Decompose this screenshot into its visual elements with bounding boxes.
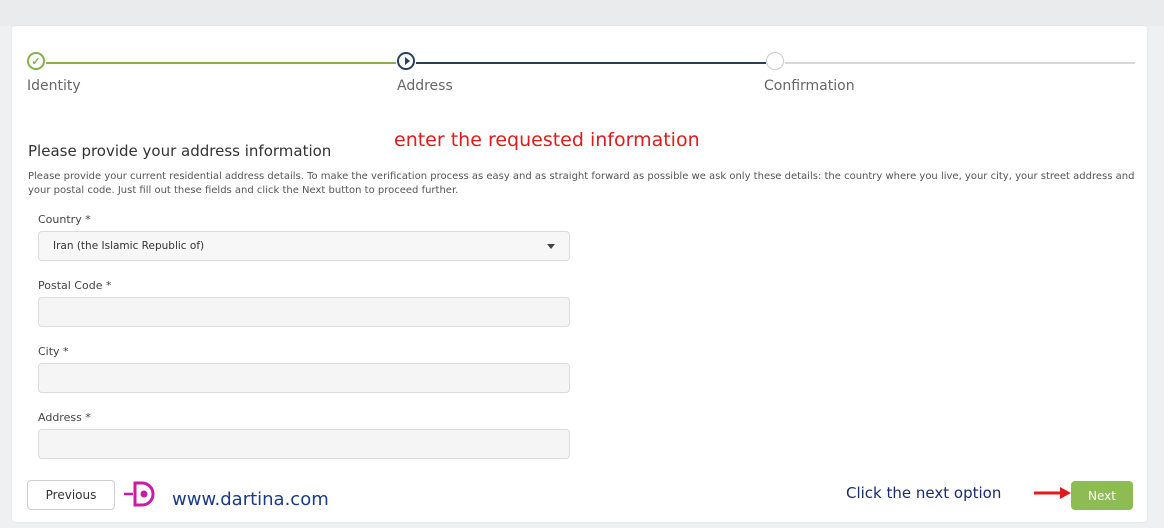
form-title: Please provide your address information: [28, 142, 332, 160]
next-button[interactable]: Next: [1071, 481, 1133, 510]
form-description: Please provide your current residential …: [28, 171, 1135, 196]
chevron-down-icon: [547, 244, 555, 249]
address-input[interactable]: [38, 429, 570, 459]
instruction-annotation: enter the requested information: [394, 129, 700, 151]
country-label: Country *: [38, 213, 91, 226]
postal-code-input[interactable]: [38, 297, 570, 327]
stepper-line-pending: [785, 62, 1135, 64]
step-confirmation-label: Confirmation: [764, 78, 855, 94]
country-selected-value: Iran (the Islamic Republic of): [53, 240, 205, 252]
next-hint-annotation: Click the next option: [846, 484, 1002, 502]
dartina-logo-icon: [124, 481, 155, 507]
city-label: City *: [38, 345, 69, 358]
previous-button[interactable]: Previous: [27, 480, 115, 510]
step-confirmation-circle-icon: [766, 52, 784, 70]
country-select[interactable]: Iran (the Islamic Republic of): [38, 231, 570, 261]
red-arrow-icon: [1034, 487, 1071, 499]
stepper-line-complete: [46, 62, 396, 64]
step-identity-label: Identity: [27, 78, 81, 94]
address-label: Address *: [38, 411, 91, 424]
step-address-label: Address: [397, 78, 453, 94]
step-identity-check-icon: ✓: [27, 52, 45, 70]
watermark-text: www.dartina.com: [172, 489, 329, 510]
step-address-play-icon: [397, 52, 415, 70]
stepper-line-current: [416, 62, 766, 64]
postal-code-label: Postal Code *: [38, 279, 112, 292]
city-input[interactable]: [38, 363, 570, 393]
top-strip: [0, 0, 1164, 26]
